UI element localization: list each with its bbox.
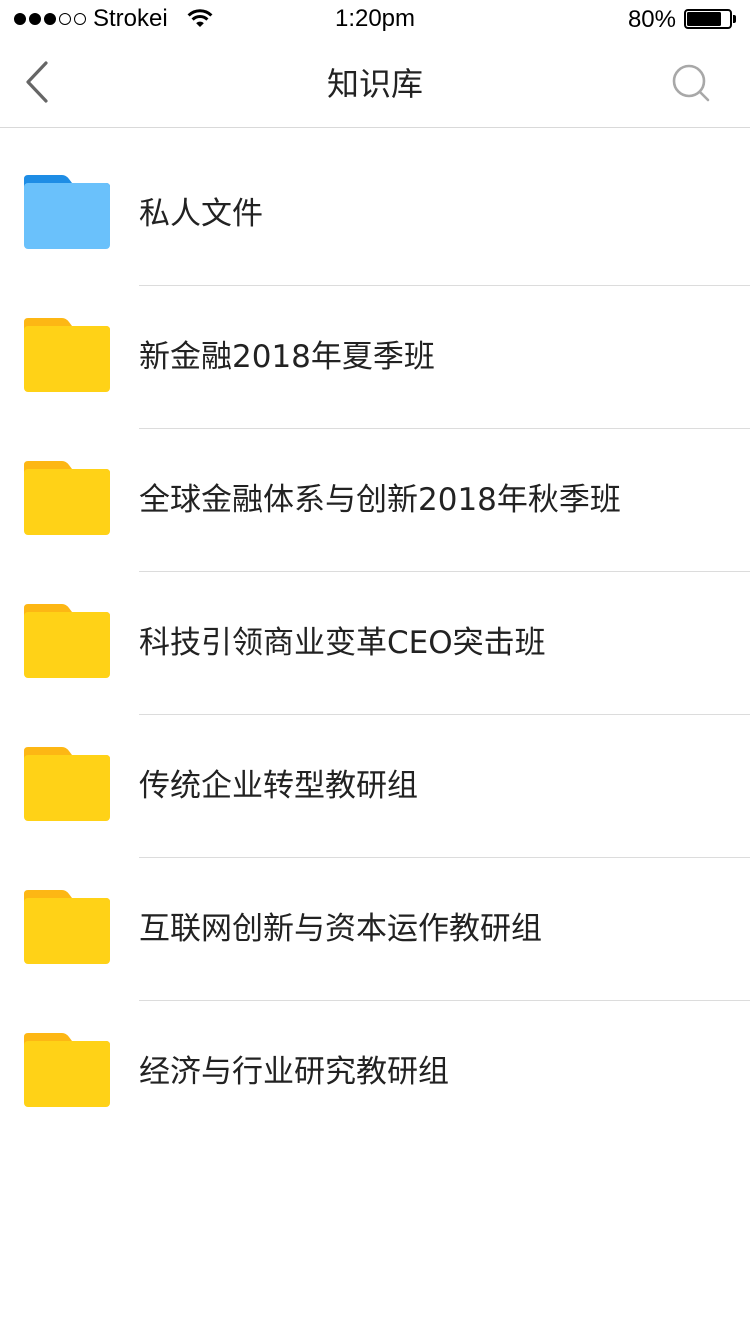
folder-label: 传统企业转型教研组 — [139, 768, 418, 804]
folder-icon — [24, 747, 110, 821]
folder-row[interactable]: 传统企业转型教研组 — [0, 715, 750, 858]
folder-label: 经济与行业研究教研组 — [139, 1054, 449, 1090]
folder-label: 新金融2018年夏季班 — [139, 339, 435, 375]
search-button[interactable] — [664, 58, 720, 114]
battery-level-fill — [687, 12, 721, 26]
battery-icon — [684, 9, 736, 29]
folder-row[interactable]: 科技引领商业变革CEO突击班 — [0, 572, 750, 715]
folder-icon — [24, 175, 110, 249]
navigation-bar: 知识库 — [0, 40, 750, 128]
folder-row[interactable]: 全球金融体系与创新2018年秋季班 — [0, 429, 750, 572]
search-icon — [671, 64, 713, 108]
folder-label: 私人文件 — [139, 196, 263, 232]
folder-icon — [24, 318, 110, 392]
battery-percentage: 80% — [627, 6, 676, 33]
screen: Strokei 1:20pm 80% 知识库 私人文件 新金融2018年夏季班 … — [0, 0, 750, 1334]
folder-label: 互联网创新与资本运作教研组 — [139, 911, 542, 947]
folder-label: 全球金融体系与创新2018年秋季班 — [139, 482, 621, 518]
folder-row[interactable]: 新金融2018年夏季班 — [0, 286, 750, 429]
folder-icon — [24, 1033, 110, 1107]
folder-icon — [24, 604, 110, 678]
folder-icon — [24, 461, 110, 535]
folder-icon — [24, 890, 110, 964]
folder-label: 科技引领商业变革CEO突击班 — [139, 625, 546, 661]
folder-list: 私人文件新金融2018年夏季班全球金融体系与创新2018年秋季班 科技引领商业变革… — [0, 143, 750, 1144]
folder-row[interactable]: 互联网创新与资本运作教研组 — [0, 858, 750, 1001]
folder-row[interactable]: 私人文件 — [0, 143, 750, 286]
page-title: 知识库 — [326, 65, 423, 103]
folder-row[interactable]: 经济与行业研究教研组 — [0, 1001, 750, 1144]
status-bar: Strokei 1:20pm 80% — [0, 0, 750, 40]
